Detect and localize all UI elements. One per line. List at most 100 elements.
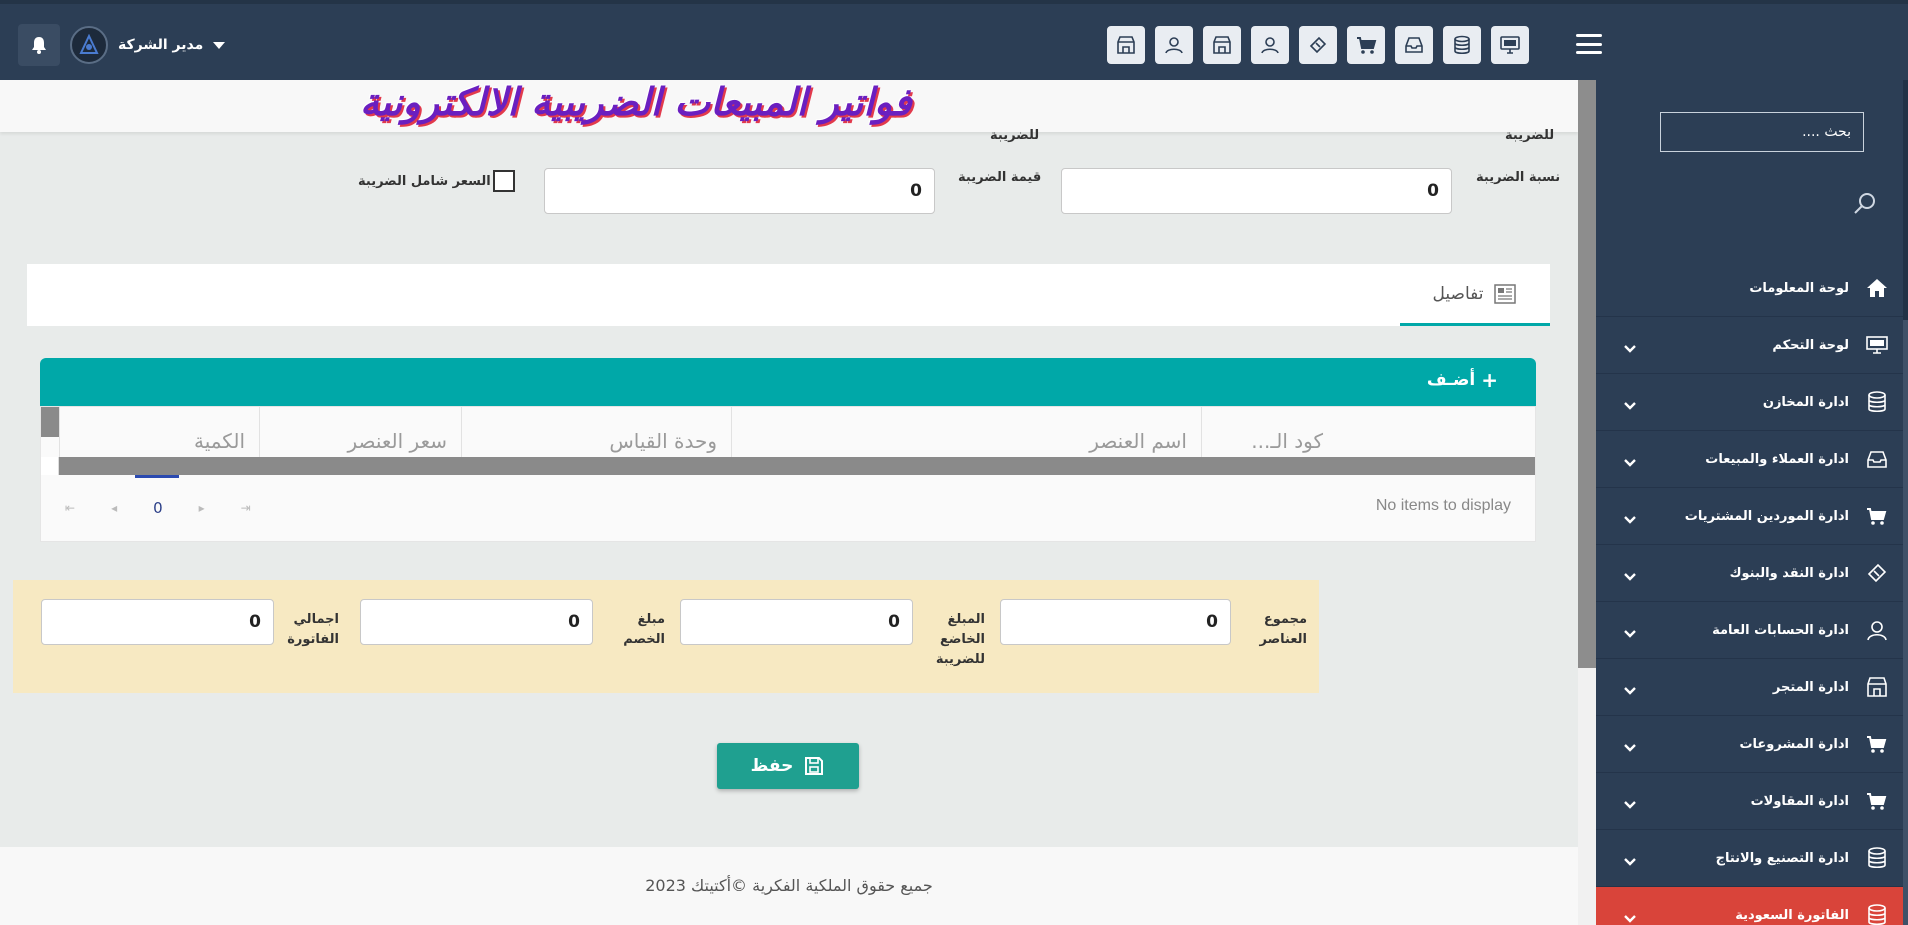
- chevron-down-icon[interactable]: [1624, 909, 1636, 925]
- store-icon[interactable]: [1203, 26, 1241, 64]
- sidebar-search-input[interactable]: [1660, 112, 1864, 152]
- sidebar: لوحة المعلومات لوحة التحكم ادارة المخازن اد…: [1596, 80, 1908, 925]
- store-icon: [1863, 673, 1891, 701]
- sidebar-item-label: لوحة التحكم: [1772, 337, 1849, 353]
- items-total-label: مجموع العناصر: [1259, 612, 1307, 647]
- sidebar-item[interactable]: ادارة المتجر: [1596, 659, 1903, 716]
- discount-amount-field[interactable]: 0: [360, 599, 593, 645]
- tab-details[interactable]: تفاصيل: [1400, 264, 1550, 326]
- chevron-down-icon[interactable]: [1624, 567, 1636, 586]
- sidebar-item[interactable]: ادارة المخازن: [1596, 374, 1903, 431]
- chevron-down-icon[interactable]: [1624, 510, 1636, 529]
- search-icon[interactable]: [1852, 190, 1878, 220]
- user-icon[interactable]: [1155, 26, 1193, 64]
- inbox-icon[interactable]: [1395, 26, 1433, 64]
- sidebar-item[interactable]: ادارة المقاولات: [1596, 773, 1903, 830]
- sidebar-item-label: ادارة النقد والبنوك: [1729, 565, 1849, 581]
- user-icon: [1863, 616, 1891, 644]
- chevron-down-icon[interactable]: [1624, 738, 1636, 757]
- tax-amount-field[interactable]: 0: [544, 168, 935, 214]
- user-icon[interactable]: [1251, 26, 1289, 64]
- sidebar-item-label: لوحة المعلومات: [1749, 280, 1849, 296]
- newspaper-icon: [1494, 283, 1517, 304]
- invoice-total-field[interactable]: 0: [41, 599, 274, 645]
- chevron-down-icon[interactable]: [1624, 852, 1636, 871]
- home-icon: [1863, 274, 1891, 302]
- chevron-down-icon[interactable]: [1624, 681, 1636, 700]
- next-page-icon[interactable]: ▸: [199, 501, 205, 515]
- store-icon[interactable]: [1107, 26, 1145, 64]
- save-button[interactable]: حفظ: [717, 743, 859, 789]
- tab-details-label: تفاصيل: [1432, 283, 1484, 304]
- sidebar-item[interactable]: ادارة الحسابات العامة: [1596, 602, 1903, 659]
- column-header-code[interactable]: كود الـ...: [1201, 407, 1337, 457]
- taxable-amount-field[interactable]: 0: [680, 599, 913, 645]
- add-item-button[interactable]: + أضـف: [1427, 368, 1498, 392]
- chevron-down-icon[interactable]: [1624, 396, 1636, 415]
- page-header: فواتير المبيعات الضريبية الالكترونية: [0, 80, 1578, 132]
- sidebar-item[interactable]: لوحة التحكم: [1596, 317, 1903, 374]
- add-item-label: أضـف: [1426, 370, 1476, 390]
- empty-grid-message: No items to display: [1375, 497, 1511, 514]
- top-navbar: مدير الشركة: [0, 0, 1908, 80]
- company-logo-avatar[interactable]: [70, 26, 108, 64]
- clipped-label: للضريبة: [990, 128, 1040, 143]
- column-header-quantity[interactable]: الكمية: [59, 407, 259, 457]
- sidebar-item-label: ادارة المتجر: [1772, 679, 1849, 695]
- database-icon: [1863, 388, 1891, 416]
- cart-icon[interactable]: [1347, 26, 1385, 64]
- database-icon[interactable]: [1443, 26, 1481, 64]
- sidebar-item[interactable]: لوحة المعلومات: [1596, 260, 1903, 317]
- cart-icon: [1863, 787, 1891, 815]
- monitor-icon[interactable]: [1491, 26, 1529, 64]
- grid-corner: [41, 457, 59, 475]
- tax-rate-label: نسبة الضريبة: [1476, 170, 1561, 185]
- chevron-down-icon[interactable]: [1624, 453, 1636, 472]
- user-menu[interactable]: مدير الشركة: [18, 24, 226, 66]
- chevron-down-icon[interactable]: [1624, 795, 1636, 814]
- first-page-icon[interactable]: ⇤: [65, 501, 75, 515]
- page-title: فواتير المبيعات الضريبية الالكترونية: [360, 80, 912, 124]
- sidebar-item[interactable]: ادارة الموردين المشتريات: [1596, 488, 1903, 545]
- caret-down-icon[interactable]: [213, 41, 226, 49]
- ticket-icon[interactable]: [1299, 26, 1337, 64]
- current-page-number[interactable]: 0: [135, 475, 178, 517]
- price-includes-tax-label: السعر شامل الضريبة: [358, 174, 491, 189]
- column-header-item-price[interactable]: سعر العنصر: [259, 407, 461, 457]
- prev-page-icon[interactable]: ◂: [111, 501, 117, 515]
- tax-amount-label: قيمة الضريبة: [958, 170, 1042, 185]
- grid-pager: ⇤ ◂ 0 ▸ ⇥: [65, 475, 251, 517]
- sidebar-scrollbar-thumb[interactable]: [1903, 320, 1908, 925]
- invoice-totals-panel: مجموع العناصر 0 المبلغ الخاضع للضريبة 0 …: [13, 580, 1319, 693]
- sidebar-item[interactable]: ادارة العملاء والمبيعات: [1596, 431, 1903, 488]
- sidebar-item-label: ادارة الموردين المشتريات: [1684, 508, 1849, 524]
- sidebar-menu: لوحة المعلومات لوحة التحكم ادارة المخازن اد…: [1596, 260, 1903, 925]
- sidebar-item[interactable]: ادارة التصنيع والانتاج: [1596, 830, 1903, 887]
- database-icon: [1863, 901, 1891, 925]
- column-header-item-name[interactable]: اسم العنصر: [731, 407, 1201, 457]
- sidebar-item[interactable]: ادارة المشروعات: [1596, 716, 1903, 773]
- items-total-field[interactable]: 0: [1000, 599, 1231, 645]
- notifications-bell-icon[interactable]: [18, 24, 60, 66]
- chevron-down-icon[interactable]: [1624, 624, 1636, 643]
- grid-drag-handle[interactable]: [41, 407, 59, 437]
- grid-horizontal-scrollbar[interactable]: [59, 457, 1535, 475]
- sidebar-item[interactable]: الفاتورة السعودية: [1596, 887, 1903, 925]
- floppy-disk-icon: [805, 757, 824, 775]
- copyright-text: جميع حقوق الملكية الفكرية ©أكتيتك 2023: [645, 876, 933, 895]
- column-header-unit[interactable]: وحدة القياس: [461, 407, 731, 457]
- price-includes-tax-checkbox[interactable]: [493, 170, 515, 192]
- hamburger-menu-icon[interactable]: [1576, 34, 1602, 54]
- discount-amount-label: مبلغ الخصم: [623, 612, 665, 647]
- main-vertical-scrollbar[interactable]: [1578, 80, 1596, 925]
- main-content: فواتير المبيعات الضريبية الالكترونية للض…: [0, 80, 1578, 925]
- user-name[interactable]: مدير الشركة: [118, 37, 203, 53]
- sidebar-item-label: الفاتورة السعودية: [1735, 907, 1849, 923]
- tax-rate-field[interactable]: 0: [1061, 168, 1452, 214]
- sidebar-item[interactable]: ادارة النقد والبنوك: [1596, 545, 1903, 602]
- cart-icon: [1863, 730, 1891, 758]
- scrollbar-thumb[interactable]: [1578, 80, 1596, 668]
- items-grid: كود الـ... اسم العنصر وحدة القياس سعر ال…: [40, 406, 1536, 542]
- last-page-icon[interactable]: ⇥: [241, 501, 251, 515]
- chevron-down-icon[interactable]: [1624, 339, 1636, 358]
